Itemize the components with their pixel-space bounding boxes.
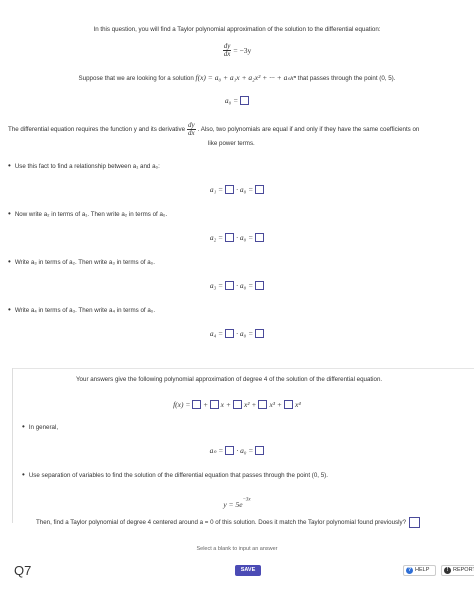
- requires-post: . Also, two polynomials are equal if and…: [197, 125, 420, 133]
- a2-ratio-box[interactable]: [225, 233, 235, 242]
- suppose-pre: Suppose that we are looking for a soluti…: [78, 75, 194, 82]
- then-line: Then, find a Taylor polynomial of degree…: [36, 517, 421, 528]
- a0-label: a₀ =: [224, 96, 239, 105]
- a2-mid: · a₀ =: [236, 233, 254, 242]
- a0-row: a₀ =: [0, 96, 474, 105]
- question-label: Q7: [14, 563, 32, 578]
- requires-line2: like power terms.: [208, 140, 255, 147]
- a1-value-box[interactable]: [255, 185, 265, 194]
- a2-label: a₂ =: [209, 233, 224, 242]
- solution-expr: y = 5e: [223, 500, 243, 509]
- help-label: HELP: [415, 567, 430, 573]
- requires-fraction: dy dx: [187, 122, 196, 137]
- a1-mid: · a₀ =: [236, 185, 254, 194]
- separation-bullet: Use separation of variables to find the …: [22, 471, 328, 480]
- poly-lhs: f(x) =: [173, 400, 191, 409]
- in-general-bullet: In general,: [22, 423, 58, 432]
- poly-term-1: x +: [220, 400, 231, 409]
- a3-label: a₃ =: [209, 281, 224, 290]
- a4-label: a₄ =: [209, 329, 224, 338]
- poly-c1-box[interactable]: [209, 400, 219, 409]
- poly-plus: +: [203, 400, 208, 409]
- hint-text: Select a blank to input an answer: [196, 546, 278, 552]
- requires-line: The differential equation requires the f…: [8, 122, 419, 137]
- bullet-4: Write a₄ in terms of a₃. Then write a₄ i…: [8, 306, 155, 315]
- suppose-post: that passes through the point (0, 5).: [297, 75, 396, 82]
- poly-c3-box[interactable]: [258, 400, 268, 409]
- a2-value-box[interactable]: [255, 233, 265, 242]
- a3-row: a₃ = · a₀ =: [0, 281, 474, 290]
- report-icon: !: [444, 567, 451, 574]
- requires-den: dx: [188, 129, 195, 137]
- approx-text: Your answers give the following polynomi…: [76, 376, 383, 383]
- a3-ratio-box[interactable]: [225, 281, 235, 290]
- match-answer-box[interactable]: [409, 517, 421, 528]
- solution-row: y = 5e−3x: [0, 494, 474, 512]
- an-label: aₙ =: [209, 446, 224, 455]
- poly-term-2: x² +: [243, 400, 257, 409]
- a1-label: a₁ =: [209, 185, 224, 194]
- differential-equation: dy dx = −3y: [0, 43, 474, 58]
- de-fraction: dy dx: [222, 43, 232, 58]
- a4-ratio-box[interactable]: [225, 329, 235, 338]
- a2-row: a₂ = · a₀ =: [0, 233, 474, 242]
- requires-pre: The differential equation requires the f…: [8, 125, 186, 133]
- poly-term-4: x⁴: [294, 400, 301, 409]
- solution-exponent: −3x: [242, 497, 251, 503]
- bullet-1: Use this fact to find a relationship bet…: [8, 162, 160, 171]
- an-ratio-box[interactable]: [225, 446, 235, 455]
- a4-value-box[interactable]: [255, 329, 265, 338]
- poly-term-3: x³ +: [269, 400, 282, 409]
- then-text: Then, find a Taylor polynomial of degree…: [36, 518, 407, 526]
- suppose-line: Suppose that we are looking for a soluti…: [0, 74, 474, 83]
- a1-ratio-box[interactable]: [225, 185, 235, 194]
- help-button[interactable]: ? HELP: [403, 565, 436, 576]
- an-mid: · a₀ =: [236, 446, 254, 455]
- a0-answer-box[interactable]: [240, 96, 250, 105]
- divider: [12, 368, 474, 369]
- a1-row: a₁ = · a₀ =: [0, 185, 474, 194]
- poly-c4-box[interactable]: [283, 400, 293, 409]
- series-formula: f(x) = a₀ + a₁x + a₂x² + ··· + aₙxⁿ: [195, 73, 297, 82]
- intro-text: In this question, you will find a Taylor…: [93, 26, 381, 33]
- bullet-3: Write a₃ in terms of a₂. Then write a₃ i…: [8, 258, 155, 267]
- de-rhs: = −3y: [233, 46, 252, 55]
- poly-c0-box[interactable]: [192, 400, 202, 409]
- a4-mid: · a₀ =: [236, 329, 254, 338]
- poly-c2-box[interactable]: [232, 400, 242, 409]
- a4-row: a₄ = · a₀ =: [0, 329, 474, 338]
- poly-row: f(x) = + x + x² + x³ + x⁴: [0, 400, 474, 409]
- a3-value-box[interactable]: [255, 281, 265, 290]
- de-den: dx: [223, 50, 231, 58]
- an-value-box[interactable]: [255, 446, 265, 455]
- report-button[interactable]: ! REPORT: [441, 565, 474, 576]
- report-label: REPORT: [453, 567, 474, 573]
- save-button[interactable]: SAVE: [235, 565, 261, 576]
- a3-mid: · a₀ =: [236, 281, 254, 290]
- bullet-2: Now write a₂ in terms of a₁. Then write …: [8, 210, 167, 219]
- help-icon: ?: [406, 567, 413, 574]
- an-row: aₙ = · a₀ =: [0, 446, 474, 455]
